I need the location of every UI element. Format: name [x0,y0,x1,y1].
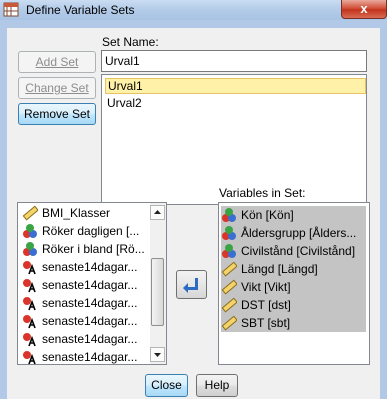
variables-in-set-label: Variables in Set: [219,186,306,200]
nominal-icon [222,244,236,258]
dialog-client-area: Add Set Change Set Remove Set Set Name: … [7,28,380,399]
string-icon [23,351,36,364]
remove-set-button[interactable]: Remove Set [18,103,96,125]
nominal-icon [222,208,236,222]
move-variable-button[interactable] [176,270,207,299]
define-variable-sets-dialog: Define Variable Sets x Add Set Change Se… [0,0,387,399]
chevron-up-icon [154,210,161,214]
help-button[interactable]: Help [196,374,238,397]
available-variables-listbox[interactable]: BMI_Klasser Röker dagligen [... Röker i … [17,202,167,365]
variables-in-set-listbox[interactable]: Kön [Kön] Åldersgrupp [Ålders... Civilst… [218,202,370,365]
list-item[interactable]: Vikt [Vikt] [221,278,366,296]
set-name-label: Set Name: [102,35,159,49]
close-icon: x [360,1,368,16]
set-item-urval1[interactable]: Urval1 [105,78,366,94]
string-icon [23,297,36,311]
list-item[interactable]: Åldersgrupp [Ålders... [221,224,366,242]
list-item[interactable]: SBT [sbt] [221,314,366,332]
scroll-thumb[interactable] [151,258,164,326]
change-set-button[interactable]: Change Set [18,77,96,99]
list-item[interactable]: Kön [Kön] [221,206,366,224]
window-close-button[interactable]: x [341,0,387,19]
nominal-icon [23,242,37,256]
chevron-down-icon [154,353,161,357]
close-button[interactable]: Close [145,374,188,397]
string-icon [23,333,36,347]
scroll-down-button[interactable] [150,347,165,362]
nominal-icon [222,226,236,240]
scale-ruler-icon [221,279,237,295]
string-icon [23,315,36,329]
window-title: Define Variable Sets [26,3,135,17]
list-item[interactable]: DST [dst] [221,296,366,314]
scale-ruler-icon [22,205,38,221]
window-frame-top [0,20,387,28]
title-bar[interactable]: Define Variable Sets x [0,0,387,20]
scale-ruler-icon [221,297,237,313]
spss-app-icon [3,2,19,17]
scale-ruler-icon [221,315,237,331]
scroll-up-button[interactable] [150,205,165,220]
list-item[interactable]: Längd [Längd] [221,260,366,278]
scale-ruler-icon [221,261,237,277]
set-item-urval2[interactable]: Urval2 [105,95,142,111]
string-icon [23,261,36,275]
add-set-button[interactable]: Add Set [18,51,96,73]
set-name-field[interactable]: Urval1 [101,50,367,72]
available-variables-scrollbar[interactable] [150,203,166,364]
window-frame-left [0,20,7,399]
arrow-left-icon [183,278,198,293]
string-icon [23,279,36,293]
window-frame-right [380,20,387,399]
list-item[interactable]: Civilstånd [Civilstånd] [221,242,366,260]
nominal-icon [23,224,37,238]
